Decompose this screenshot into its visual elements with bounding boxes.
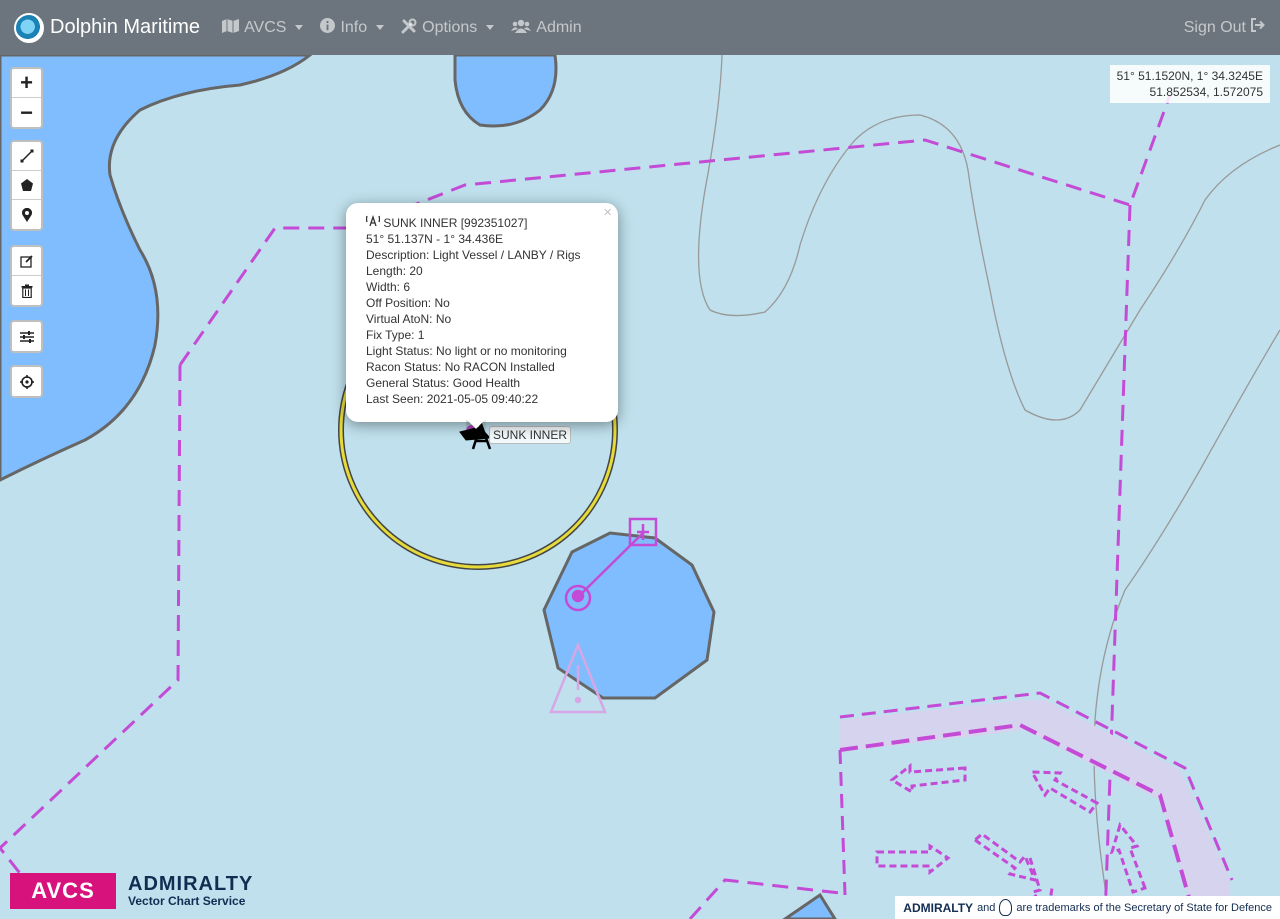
popup-line: Description: Light Vessel / LANBY / Rigs	[366, 248, 581, 262]
trademark-text: are trademarks of the Secretary of State…	[1016, 901, 1272, 914]
chart-canvas[interactable]	[0, 55, 1280, 919]
mouse-position-dms: 51° 51.1520N, 1° 34.3245E	[1116, 69, 1263, 83]
popup-title-text: SUNK INNER [992351027]	[383, 216, 528, 230]
layer-settings-button[interactable]	[12, 322, 41, 351]
trademark-notice: ADMIRALTY and are trademarks of the Secr…	[895, 896, 1280, 919]
brand[interactable]: Dolphin Maritime	[14, 12, 201, 43]
shallow-area-south	[542, 531, 716, 700]
trash-icon	[21, 284, 32, 298]
mouse-position: 51° 51.1520N, 1° 34.3245E 51.852534, 1.5…	[1109, 65, 1270, 103]
nav-options[interactable]: Options	[401, 18, 495, 38]
users-icon	[511, 19, 532, 37]
admiralty-subtitle: Vector Chart Service	[128, 894, 246, 908]
popup-line: Virtual AtoN: No	[366, 312, 452, 326]
marker-label: SUNK INNER	[489, 426, 572, 444]
zoom-in-button[interactable]: +	[12, 69, 41, 98]
shallow-area-north	[453, 55, 558, 128]
nav-avcs[interactable]: AVCS	[222, 18, 304, 37]
polyline-icon	[20, 149, 33, 163]
shallow-area-southeast	[782, 892, 837, 919]
aton-popup: × SUNK INNER [992351027] 51° 51.137N - 1…	[346, 203, 618, 422]
brand-name: Dolphin Maritime	[50, 16, 201, 38]
mouse-position-decimal: 51.852534, 1.572075	[1149, 85, 1263, 99]
delete-layers-button[interactable]	[12, 276, 41, 305]
trademark-and: and	[977, 901, 996, 914]
caret-down-icon	[376, 25, 385, 30]
traffic-arrow-east	[875, 843, 951, 876]
traffic-arrow-north	[1109, 821, 1147, 894]
map-icon	[222, 18, 240, 37]
nav-options-label: Options	[422, 18, 478, 36]
boundary-line-2	[1103, 204, 1132, 919]
popup-line: Off Position: No	[366, 296, 450, 310]
popup-line: General Status: Good Health	[366, 376, 521, 390]
nav-admin[interactable]: Admin	[511, 18, 582, 37]
avcs-logo: AVCS ADMIRALTY Vector Chart Service	[10, 873, 253, 909]
boundary-line-1	[178, 94, 1172, 366]
polygon-icon	[20, 179, 33, 191]
crosshairs-icon	[19, 374, 34, 389]
popup-line: Last Seen: 2021-05-05 09:40:22	[366, 392, 539, 406]
chart-map[interactable]: + − 51° 51.1520N, 1° 34.3245E 51.852534,…	[0, 55, 1280, 919]
locate-button[interactable]	[12, 367, 41, 396]
nav-admin-label: Admin	[536, 18, 582, 36]
edit-icon	[19, 255, 33, 268]
zoom-out-button[interactable]: −	[12, 98, 41, 127]
caret-down-icon	[486, 25, 495, 30]
shallow-area-west	[0, 55, 313, 482]
crest-icon	[999, 899, 1013, 916]
popup-title: SUNK INNER [992351027]	[365, 214, 598, 231]
settings-toolbar	[10, 320, 43, 353]
sign-out-label: Sign Out	[1183, 18, 1246, 36]
draw-polygon-button[interactable]	[12, 171, 41, 200]
popup-close-button[interactable]: ×	[603, 205, 612, 221]
edit-layers-button[interactable]	[12, 247, 41, 276]
draw-line-button[interactable]	[12, 142, 41, 171]
popup-line: Racon Status: No RACON Installed	[366, 360, 555, 374]
popup-line: Light Status: No light or no monitoring	[366, 344, 567, 358]
tools-icon	[401, 18, 417, 38]
draw-marker-button[interactable]	[12, 200, 41, 229]
tss-boundary-west	[838, 749, 847, 896]
sliders-icon	[19, 330, 34, 343]
sign-out-icon	[1250, 18, 1266, 37]
nav-avcs-label: AVCS	[244, 18, 287, 36]
popup-line: Width: 6	[366, 280, 411, 294]
zoom-control: + −	[10, 67, 43, 129]
nav-info-label: Info	[340, 18, 368, 36]
traffic-arrow-southeast	[972, 832, 1038, 883]
depth-contour-1	[697, 55, 1280, 421]
navbar: Dolphin Maritime AVCS Info Options Admin…	[0, 0, 1280, 55]
admiralty-logo: ADMIRALTY Vector Chart Service	[128, 874, 253, 908]
avcs-badge: AVCS	[10, 873, 116, 909]
sign-out-link[interactable]: Sign Out	[1184, 18, 1266, 37]
popup-tip	[466, 420, 486, 432]
locate-toolbar	[10, 365, 43, 398]
antenna-icon	[365, 214, 383, 230]
traffic-arrow-west	[889, 762, 967, 795]
popup-line: Length: 20	[366, 264, 423, 278]
info-icon	[320, 18, 336, 37]
trademark-brand: ADMIRALTY	[903, 900, 974, 915]
popup-line: Fix Type: 1	[366, 328, 425, 342]
admiralty-title: ADMIRALTY	[128, 873, 254, 895]
traffic-arrow-northwest	[1029, 770, 1100, 814]
nav-info[interactable]: Info	[320, 18, 385, 37]
popup-line: 51° 51.137N - 1° 34.436E	[366, 232, 504, 246]
map-marker-icon	[21, 207, 32, 222]
caret-down-icon	[295, 25, 304, 30]
draw-toolbar	[10, 140, 43, 231]
edit-toolbar	[10, 245, 43, 307]
dolphin-logo-icon	[14, 12, 44, 43]
